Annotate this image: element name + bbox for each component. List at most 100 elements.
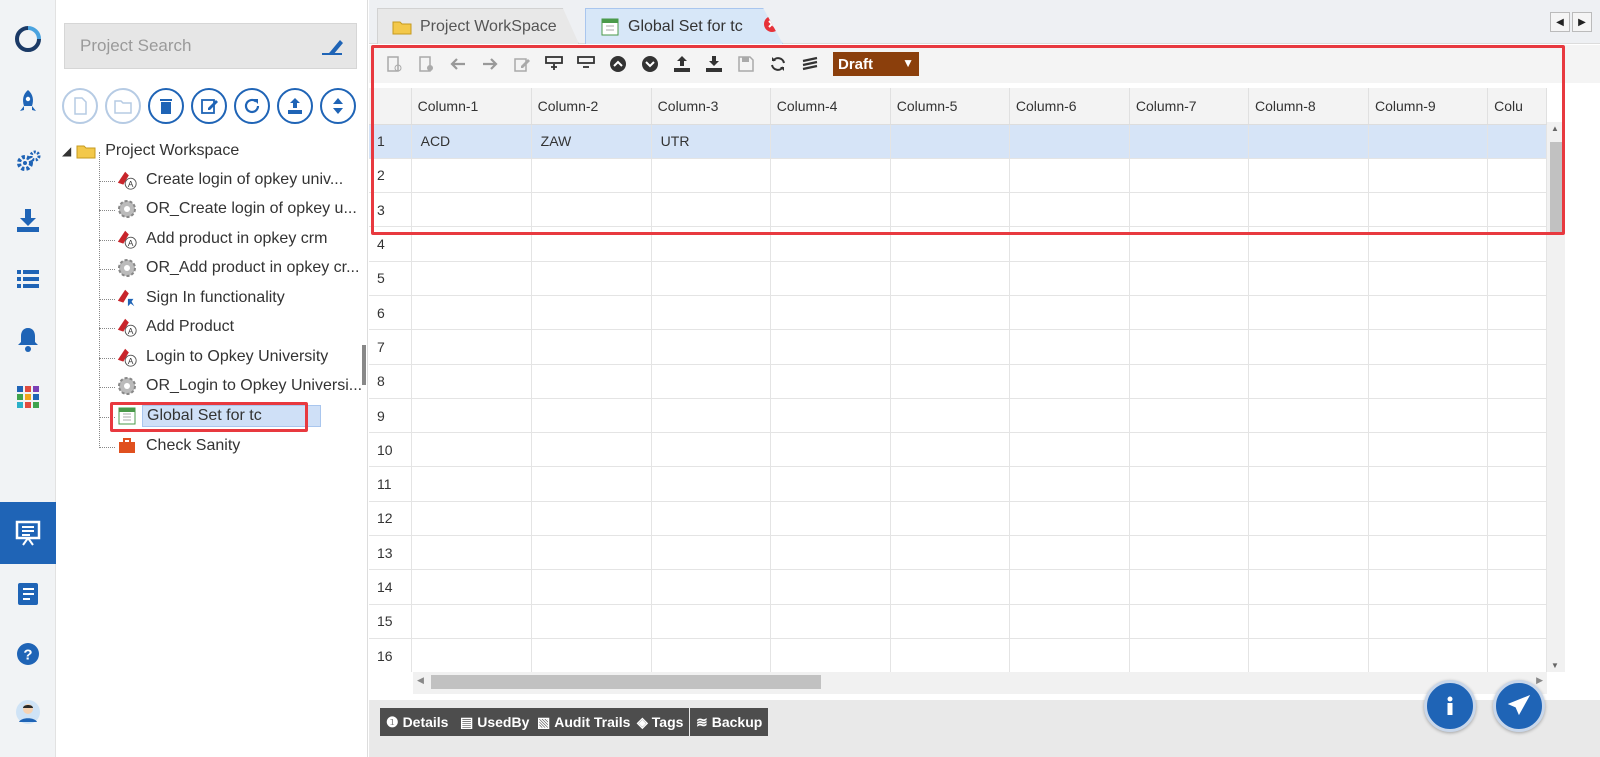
grid-cell[interactable] [531,432,652,468]
grid-cell[interactable] [651,329,771,365]
grid-cell[interactable] [651,226,771,262]
grid-cell[interactable] [1368,158,1489,194]
layers-icon[interactable] [797,51,823,77]
insert-row-below-icon[interactable] [413,51,439,77]
grid-cell[interactable] [1009,295,1130,331]
grid-cell[interactable] [890,226,1010,262]
grid-cell[interactable] [531,466,652,502]
grid-cell[interactable] [1129,398,1249,434]
grid-cell[interactable] [1248,535,1370,571]
grid-cell[interactable] [1487,604,1547,639]
grid-cell[interactable] [411,364,532,399]
grid-cell[interactable] [531,192,652,228]
tab-project-workspace[interactable]: Project WorkSpace [377,8,579,44]
grid-cell[interactable] [1368,329,1489,365]
tree-item[interactable]: A Add Product [116,314,234,340]
tab-global-set[interactable]: Global Set for tc [585,8,783,44]
grid-cell[interactable] [890,638,1010,672]
grid-cell[interactable] [651,364,771,399]
grid-cell[interactable] [531,638,652,672]
grid-cell[interactable] [1487,466,1547,502]
new-file-button[interactable] [62,88,98,124]
move-up-icon[interactable] [605,51,631,77]
table-row[interactable]: 5 [369,261,1547,296]
grid-cell[interactable] [651,466,771,502]
grid-cell[interactable] [411,638,532,672]
grid-cell[interactable] [1487,638,1547,672]
grid-cell[interactable] [531,329,652,365]
tab-scroll-left-icon[interactable]: ◀ [1550,12,1570,32]
grid-cell[interactable] [1487,535,1547,571]
column-header[interactable]: Column-8 [1248,88,1370,125]
grid-cell[interactable] [890,158,1010,194]
grid-cell[interactable] [411,535,532,571]
grid-cell[interactable] [1368,432,1489,468]
grid-cell[interactable] [770,501,891,537]
grid-cell[interactable] [531,398,652,434]
table-row[interactable]: 7 [369,329,1547,365]
grid-cell[interactable] [1009,638,1130,672]
grid-cell[interactable] [770,192,891,228]
grid-cell[interactable] [1248,364,1370,399]
grid-cell[interactable] [651,192,771,228]
list-icon[interactable] [0,257,56,301]
grid-cell[interactable] [411,604,532,639]
info-fab-button[interactable] [1424,680,1476,732]
tree-root-node[interactable]: ◢ Project Workspace [62,138,239,164]
grid-cell[interactable] [531,535,652,571]
grid-cell[interactable] [770,158,891,194]
column-header[interactable]: Colu [1487,88,1547,125]
horizontal-scrollbar[interactable]: ◀ ▶ [413,672,1547,694]
column-header[interactable]: Column-5 [890,88,1010,125]
rocket-icon[interactable] [0,80,56,124]
grid-cell[interactable] [890,569,1010,605]
grid-cell[interactable] [1129,124,1249,159]
grid-cell[interactable] [1368,226,1489,262]
grid-cell[interactable] [1129,295,1249,331]
grid-cell[interactable] [1368,295,1489,331]
grid-cell[interactable]: ZAW [531,124,652,159]
grid-cell[interactable] [531,261,652,296]
tree-item-selected[interactable]: Global Set for tc [116,403,321,429]
grid-cell[interactable] [651,501,771,537]
grid-cell[interactable] [1129,638,1249,672]
grid-cell[interactable] [531,364,652,399]
grid-cell[interactable] [890,124,1010,159]
grid-cell[interactable] [651,295,771,331]
grid-cell[interactable] [1368,535,1489,571]
grid-cell[interactable] [1009,226,1130,262]
tree-item[interactable]: Check Sanity [116,433,240,459]
grid-cell[interactable] [1129,569,1249,605]
table-row[interactable]: 13 [369,535,1547,571]
grid-cell[interactable] [770,226,891,262]
grid-cell[interactable] [1487,364,1547,399]
grid-cell[interactable] [1368,569,1489,605]
grid-cell[interactable] [1009,432,1130,468]
table-row[interactable]: 10 [369,432,1547,468]
grid-cell[interactable] [890,398,1010,434]
grid-cell[interactable] [1009,569,1130,605]
column-header[interactable]: Column-3 [651,88,771,125]
grid-cell[interactable] [531,569,652,605]
grid-cell[interactable] [411,569,532,605]
grid-cell[interactable] [770,466,891,502]
grid-cell[interactable] [890,364,1010,399]
vertical-scroll-thumb[interactable] [1550,142,1562,232]
grid-cell[interactable] [1487,295,1547,331]
grid-cell[interactable] [1487,329,1547,365]
grid-cell[interactable] [770,295,891,331]
column-header[interactable]: Column-1 [411,88,532,125]
grid-cell[interactable] [651,158,771,194]
grid-cell[interactable] [1009,398,1130,434]
move-down-icon[interactable] [637,51,663,77]
tree-item[interactable]: Sign In functionality [116,285,285,311]
refresh-icon[interactable] [765,51,791,77]
apps-grid-icon[interactable] [0,375,56,419]
tab-scroll-right-icon[interactable]: ▶ [1572,12,1592,32]
grid-cell[interactable] [890,261,1010,296]
column-header[interactable]: Column-4 [770,88,891,125]
audit-trails-tab[interactable]: ▧ Audit Trails [531,708,637,736]
grid-cell[interactable] [1009,501,1130,537]
grid-cell[interactable] [411,329,532,365]
grid-cell[interactable] [1368,638,1489,672]
